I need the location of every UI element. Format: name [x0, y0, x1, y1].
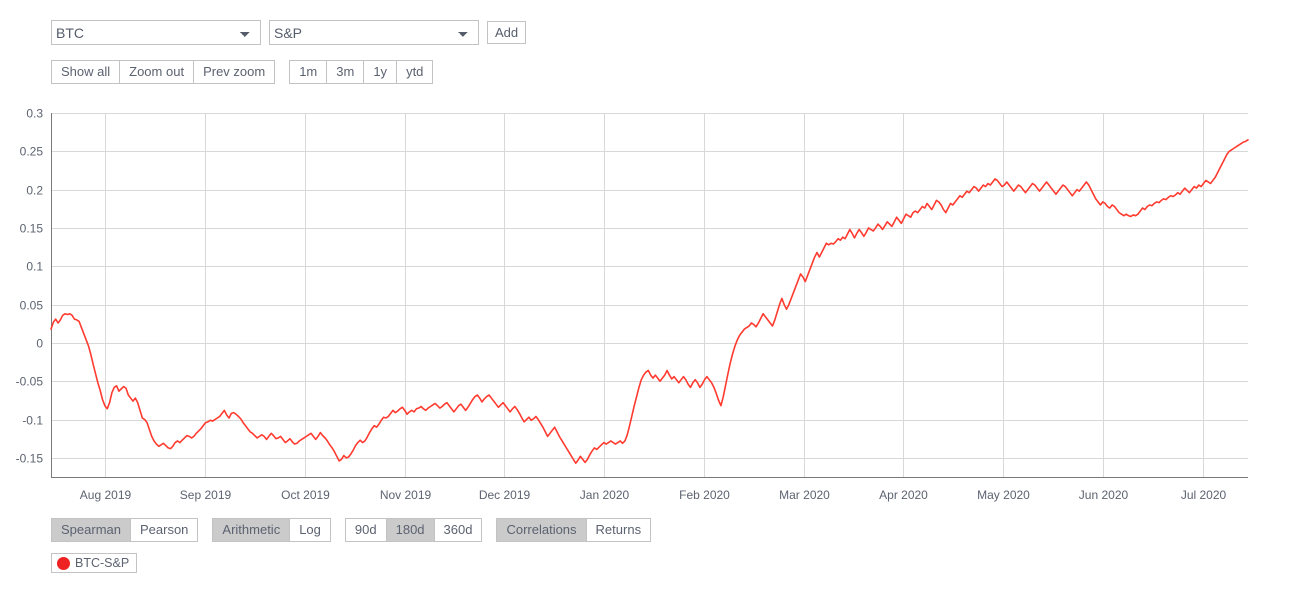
scale-type-group: Arithmetic Log [212, 518, 331, 542]
x-axis-tick-label: Aug 2019 [80, 488, 132, 502]
y-axis-tick-label: 0.05 [20, 299, 44, 313]
y-axis-tick-label: -0.15 [16, 452, 44, 466]
chart-zoom-toolbar: Show all Zoom out Prev zoom 1m 3m 1y ytd [51, 60, 434, 84]
symbol-select-right[interactable]: S&PBTCETHGOLDNASDAQDAX [269, 20, 479, 45]
scale-btn-arithmetic[interactable]: Arithmetic [213, 519, 291, 541]
series-line-btc-s-p [50, 139, 1249, 465]
window-length-group: 90d 180d 360d [344, 518, 483, 542]
symbol-selector-row: BTCETHLTCXRPGOLDS&P S&PBTCETHGOLDNASDAQD… [51, 20, 527, 45]
y-axis-tick-label: 0.3 [26, 107, 43, 121]
app-root: BTCETHLTCXRPGOLDS&P S&PBTCETHGOLDNASDAQD… [0, 0, 1293, 599]
y-axis-tick-label: 0.2 [26, 184, 43, 198]
correlation-chart[interactable]: 0.3 0.25 0.2 0.15 0.1 0.05 0 -0.05 -0.1 -0.15 Aug … [0, 95, 1293, 510]
range-btn-1m[interactable]: 1m [290, 61, 328, 83]
add-button[interactable]: Add [487, 21, 527, 44]
zoom-btn-prev-zoom[interactable]: Prev zoom [194, 61, 275, 83]
symbol-select-left[interactable]: BTCETHLTCXRPGOLDS&P [51, 20, 261, 45]
x-axis-tick-label: Jan 2020 [580, 488, 630, 502]
y-axis-tick-label: 0 [36, 337, 43, 351]
chart-legend: BTC-S&P [51, 553, 138, 573]
x-axis-tick-label: Mar 2020 [779, 488, 830, 502]
mode-btn-returns[interactable]: Returns [586, 519, 651, 541]
range-btn-1y[interactable]: 1y [364, 61, 398, 83]
x-axis-tick-label: Nov 2019 [380, 488, 432, 502]
x-axis-tick-label: Jul 2020 [1181, 488, 1227, 502]
x-axis-tick-label: Jun 2020 [1079, 488, 1129, 502]
legend-label: BTC-S&P [75, 556, 130, 570]
zoom-btn-zoom-out[interactable]: Zoom out [120, 61, 195, 83]
x-axis-tick-label: Feb 2020 [679, 488, 730, 502]
y-axis-tick-label: 0.25 [20, 145, 44, 159]
chart-svg[interactable]: 0.3 0.25 0.2 0.15 0.1 0.05 0 -0.05 -0.1 -0.15 Aug … [0, 95, 1293, 510]
mode-btn-correlations[interactable]: Correlations [497, 519, 587, 541]
x-axis-tick-label: May 2020 [977, 488, 1030, 502]
range-button-group: 1m 3m 1y ytd [289, 60, 434, 84]
legend-color-dot-icon [57, 556, 70, 570]
correlation-method-group: Spearman Pearson [51, 518, 199, 542]
x-axis-tick-label: Sep 2019 [180, 488, 232, 502]
scale-btn-log[interactable]: Log [290, 519, 330, 541]
x-axis-tick-label: Dec 2019 [479, 488, 531, 502]
method-btn-pearson[interactable]: Pearson [130, 519, 198, 541]
window-btn-90d[interactable]: 90d [345, 519, 387, 541]
y-axis-tick-label: 0.1 [26, 260, 43, 274]
x-axis-tick-label: Oct 2019 [281, 488, 330, 502]
y-axis-tick-label: 0.15 [20, 222, 44, 236]
range-btn-3m[interactable]: 3m [327, 61, 365, 83]
window-btn-360d[interactable]: 360d [434, 519, 482, 541]
zoom-button-group: Show all Zoom out Prev zoom [51, 60, 276, 84]
zoom-btn-show-all[interactable]: Show all [52, 61, 121, 83]
x-axis-tick-label: Apr 2020 [879, 488, 928, 502]
legend-item[interactable]: BTC-S&P [51, 553, 138, 573]
chart-options-toolbar: Spearman Pearson Arithmetic Log 90d 180d 360… [51, 518, 652, 542]
y-axis-tick-label: -0.05 [16, 375, 44, 389]
range-btn-ytd[interactable]: ytd [397, 61, 433, 83]
method-btn-spearman[interactable]: Spearman [52, 519, 131, 541]
window-btn-180d[interactable]: 180d [386, 519, 435, 541]
display-mode-group: Correlations Returns [496, 518, 652, 542]
y-axis-tick-label: -0.1 [22, 414, 43, 428]
